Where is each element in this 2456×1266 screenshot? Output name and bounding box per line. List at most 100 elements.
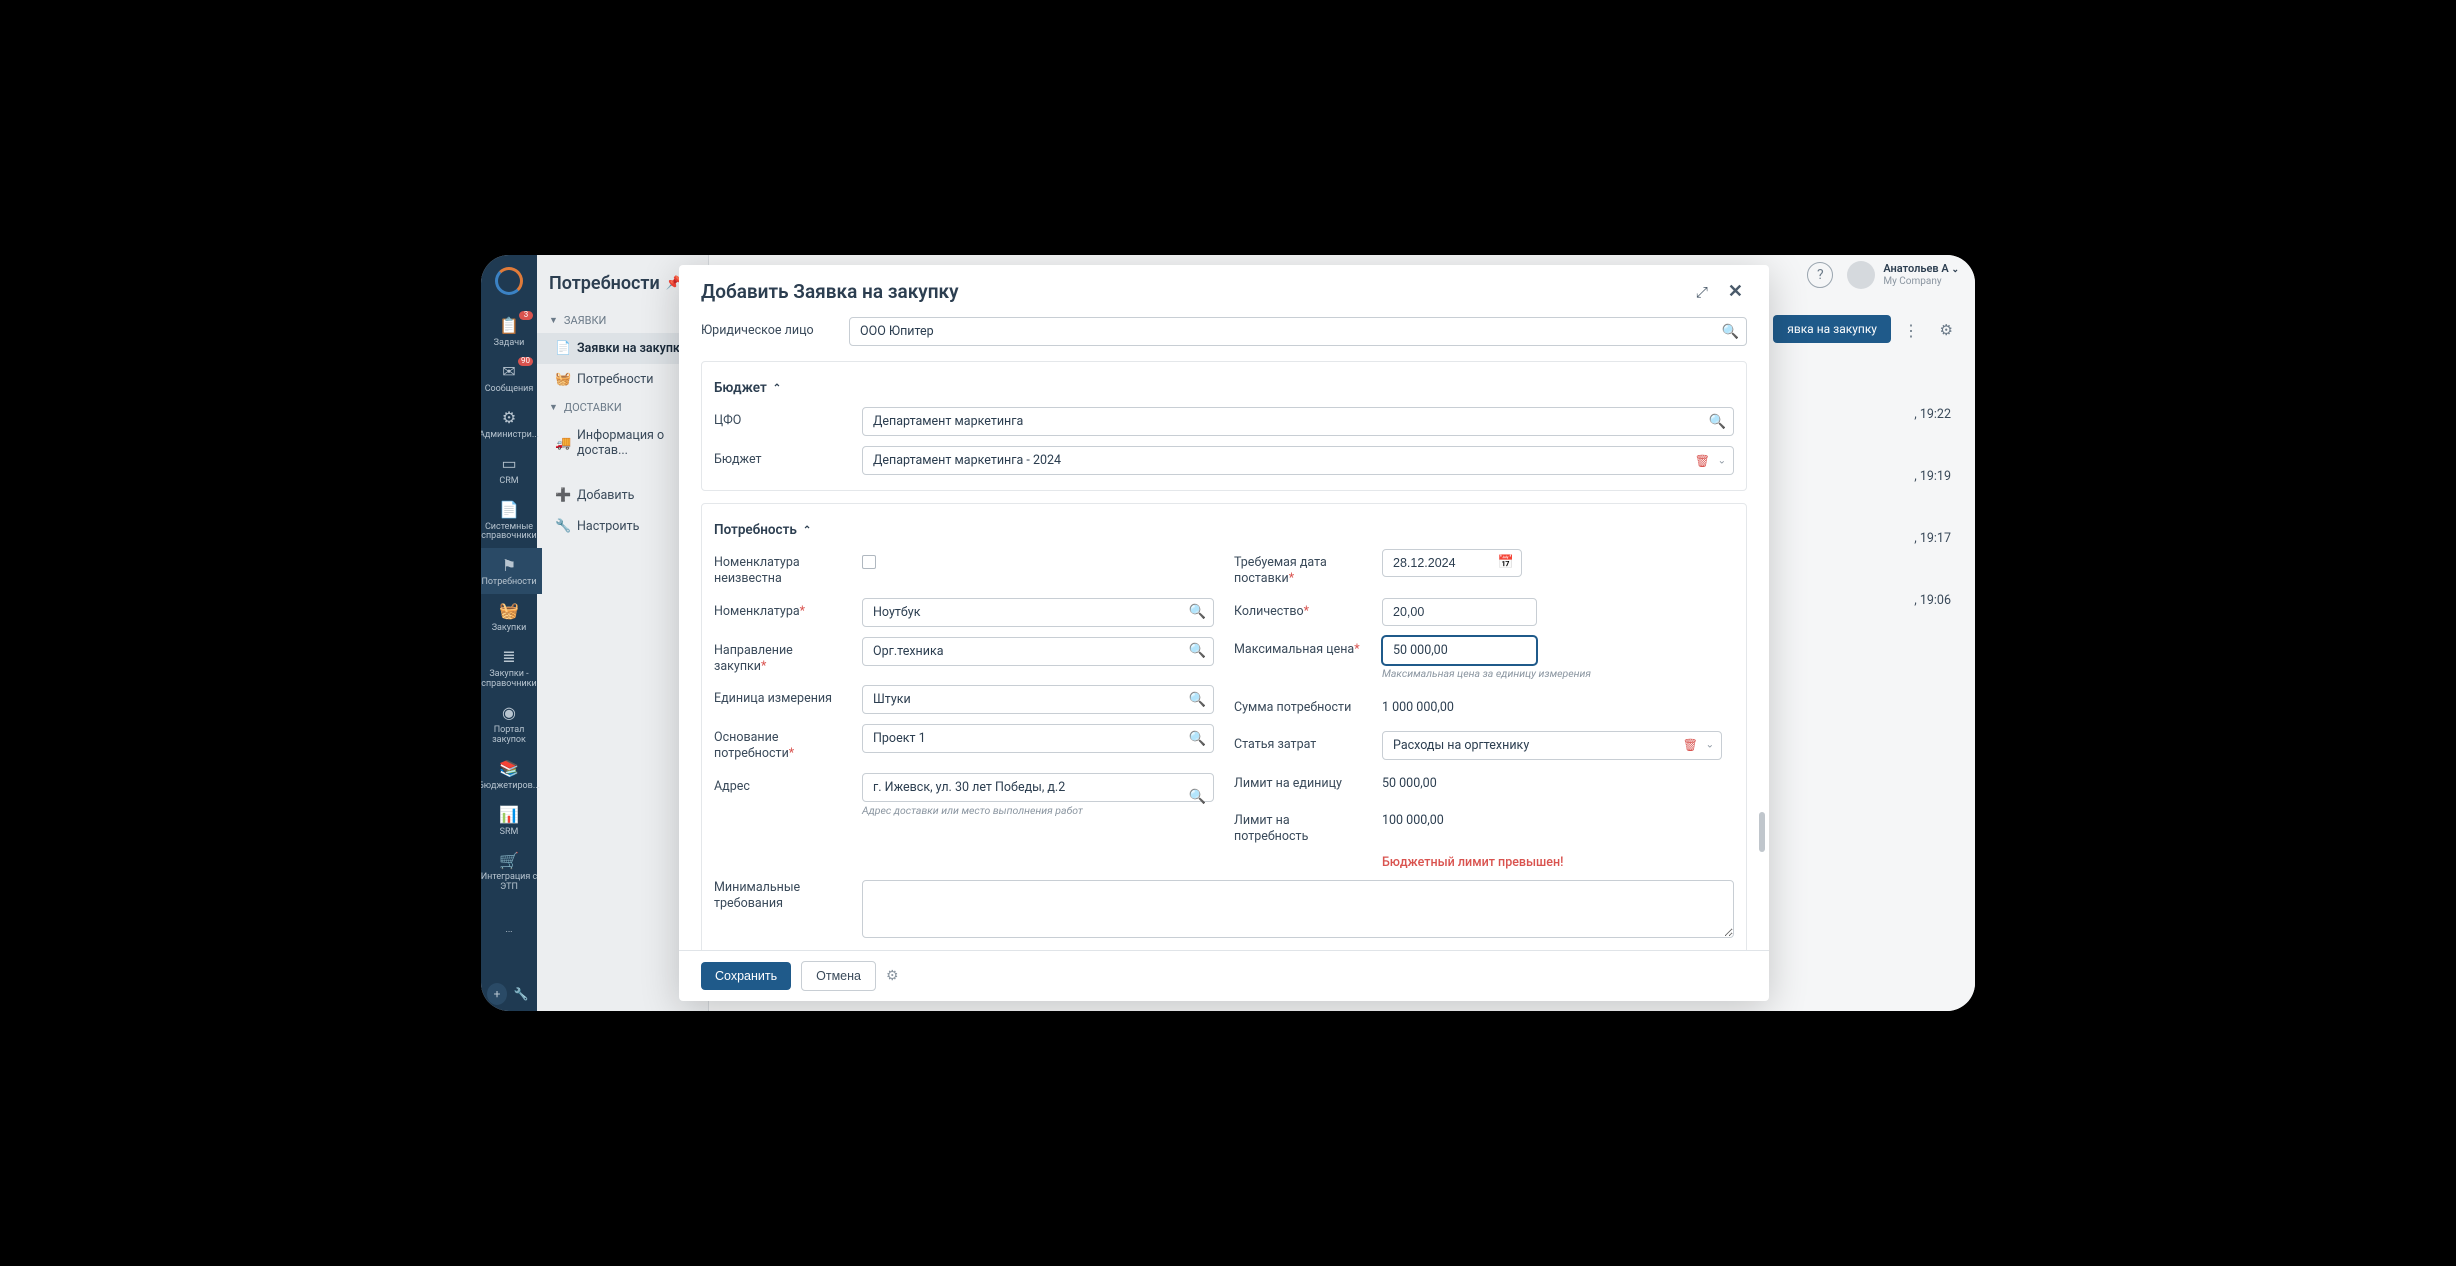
settings-icon[interactable]: ⚙ (1940, 321, 1953, 339)
close-icon[interactable]: ✕ (1724, 279, 1747, 304)
scrollbar[interactable] (1759, 352, 1767, 900)
max-price-label: Максимальная цена (1234, 642, 1354, 657)
nav-item[interactable]: ⚑Потребности (481, 548, 542, 594)
chevron-up-icon: ⌃ (803, 525, 811, 536)
budget-limit-warning: Бюджетный лимит превышен! (1382, 855, 1563, 870)
nav-icon (498, 905, 520, 927)
avatar (1847, 261, 1875, 289)
app-logo (495, 267, 523, 295)
nav-item[interactable]: ≣Закупки - справочники (481, 640, 542, 696)
action-icon: 🔧 (555, 519, 569, 534)
min-req-textarea[interactable] (862, 880, 1734, 938)
nav-item[interactable]: ◉Портал закупок (481, 696, 542, 752)
expand-icon[interactable]: ⤢ (1692, 281, 1712, 303)
chevron-down-icon[interactable]: ⌄ (1718, 455, 1726, 466)
nav-icon: 🧺 (498, 600, 520, 622)
direction-input[interactable] (862, 637, 1214, 666)
unknown-nomenclature-label: Номенклатура неизвестна (714, 549, 846, 588)
nav-icon: ⚑ (498, 554, 520, 576)
nav-item[interactable]: 📊SRM (481, 798, 542, 844)
nav-item[interactable]: 📄Системные справочники (481, 493, 542, 549)
unit-limit-value: 50 000,00 (1382, 770, 1437, 797)
cost-item-input[interactable] (1382, 731, 1722, 760)
link-icon: 📄 (555, 341, 569, 356)
nav-icon: ▭ (498, 453, 520, 475)
nav-icon: ≣ (498, 646, 520, 668)
unit-label: Единица измерения (714, 685, 846, 707)
nav-icon: 📋 (498, 315, 520, 337)
gear-icon[interactable]: ⚙ (886, 968, 899, 984)
need-limit-value: 100 000,00 (1382, 807, 1444, 834)
search-icon[interactable]: 🔍 (1189, 789, 1206, 805)
calendar-icon[interactable]: 📅 (1498, 555, 1514, 570)
nav-icon: ✉ (498, 361, 520, 383)
basis-input[interactable] (862, 724, 1214, 753)
nav-item[interactable]: 🛒Интеграция с ЭТП (481, 843, 542, 899)
help-icon[interactable]: ? (1807, 262, 1833, 288)
delivery-date-label: Требуемая дата поставки (1234, 555, 1327, 586)
cfo-input[interactable] (862, 407, 1734, 436)
add-request-modal: Добавить Заявка на закупку ⤢ ✕ Юридическ… (679, 265, 1769, 1001)
search-icon[interactable]: 🔍 (1709, 414, 1726, 430)
search-icon[interactable]: 🔍 (1189, 692, 1206, 708)
search-icon[interactable]: 🔍 (1722, 324, 1739, 340)
cost-item-label: Статья затрат (1234, 731, 1366, 753)
nav-icon: 📚 (498, 758, 520, 780)
nomenclature-input[interactable] (862, 598, 1214, 627)
quantity-label: Количество (1234, 604, 1304, 619)
unit-input[interactable] (862, 685, 1214, 714)
min-req-label: Минимальные требования (714, 880, 846, 913)
more-icon[interactable]: ⋮ (1903, 321, 1919, 340)
user-menu[interactable]: Анатольев А ⌄ My Company (1847, 261, 1959, 289)
unknown-nomenclature-checkbox[interactable] (862, 555, 876, 569)
legal-entity-label: Юридическое лицо (701, 323, 833, 339)
budget-input[interactable] (862, 446, 1734, 475)
chevron-up-icon: ⌃ (773, 383, 781, 394)
budget-label: Бюджет (714, 452, 846, 468)
max-price-input[interactable] (1382, 636, 1537, 665)
cfo-label: ЦФО (714, 413, 846, 429)
action-icon: ➕ (555, 488, 569, 503)
need-section-header[interactable]: Потребность ⌃ (714, 508, 1734, 544)
nav-icon: 🛒 (498, 849, 520, 871)
badge: 3 (519, 311, 533, 320)
add-file-button[interactable]: + Файл (862, 948, 922, 950)
nav-item[interactable]: ··· (481, 899, 542, 945)
nav-item[interactable]: 📋Задачи3 (481, 309, 542, 355)
unit-limit-label: Лимит на единицу (1234, 770, 1366, 792)
nav-wrench-icon[interactable]: 🔧 (511, 983, 531, 1005)
badge: 90 (518, 357, 533, 366)
direction-label: Направление закупки (714, 643, 793, 674)
trash-icon[interactable]: 🗑 (1683, 738, 1698, 752)
nav-item[interactable]: 📚Бюджетиров... (481, 752, 542, 798)
nav-icon: ◉ (498, 702, 520, 724)
address-label: Адрес (714, 773, 846, 795)
search-icon[interactable]: 🔍 (1189, 604, 1206, 620)
nav-add-icon[interactable]: + (487, 983, 507, 1005)
nav-icon: 📊 (498, 804, 520, 826)
max-price-hint: Максимальная цена за единицу измерения (1382, 665, 1591, 684)
nav-icon: 📄 (498, 499, 520, 521)
new-request-button[interactable]: явка на закупку (1773, 315, 1891, 343)
nav-item[interactable]: ✉Сообщения90 (481, 355, 542, 401)
search-icon[interactable]: 🔍 (1189, 731, 1206, 747)
need-sum-label: Сумма потребности (1234, 694, 1366, 716)
nav-item[interactable]: ▭CRM (481, 447, 542, 493)
nav-item[interactable]: 🧺Закупки (481, 594, 542, 640)
budget-section-header[interactable]: Бюджет ⌃ (714, 366, 1734, 402)
nomenclature-label: Номенклатура (714, 604, 800, 619)
legal-entity-input[interactable] (849, 317, 1747, 346)
search-icon[interactable]: 🔍 (1189, 643, 1206, 659)
chevron-down-icon[interactable]: ⌄ (1706, 740, 1714, 751)
nav-item[interactable]: ⚙Администри... (481, 401, 542, 447)
need-sum-value: 1 000 000,00 (1382, 694, 1454, 721)
save-button[interactable]: Сохранить (701, 962, 791, 990)
cancel-button[interactable]: Отмена (801, 961, 876, 991)
need-limit-label: Лимит на потребность (1234, 807, 1366, 846)
quantity-input[interactable] (1382, 598, 1537, 626)
trash-icon[interactable]: 🗑 (1695, 454, 1710, 468)
link-icon: 🚚 (555, 436, 569, 451)
nav-rail: 📋Задачи3✉Сообщения90⚙Администри...▭CRM📄С… (481, 255, 537, 1011)
address-input[interactable] (862, 773, 1214, 802)
address-hint: Адрес доставки или место выполнения рабо… (862, 802, 1214, 821)
